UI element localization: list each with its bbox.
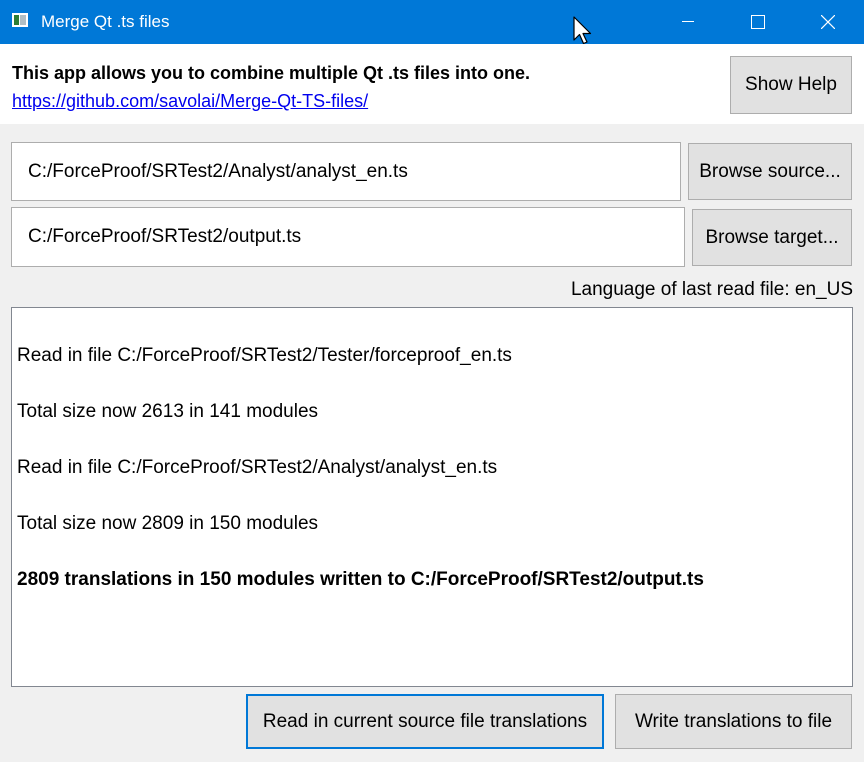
log-line: Total size now 2613 in 141 modules (17, 401, 319, 422)
github-link[interactable]: https://github.com/savolai/Merge-Qt-TS-f… (12, 90, 368, 112)
intro-text: This app allows you to combine multiple … (12, 63, 531, 83)
app-window-icon (12, 13, 28, 27)
log-output[interactable]: Read in file C:/ForceProof/SRTest2/Teste… (11, 307, 853, 687)
log-line: Total size now 2809 in 150 modules (17, 513, 319, 534)
maximize-button[interactable] (723, 0, 793, 44)
minimize-button[interactable] (653, 0, 723, 44)
log-line: Read in file C:/ForceProof/SRTest2/Teste… (17, 345, 512, 366)
close-button[interactable] (793, 0, 863, 44)
write-translations-button[interactable]: Write translations to file (615, 694, 852, 749)
minimize-icon (682, 21, 694, 22)
language-label: Language of last read file: en_US (570, 279, 853, 300)
log-line-result: 2809 translations in 150 modules written… (17, 569, 704, 590)
read-translations-button[interactable]: Read in current source file translations (246, 694, 604, 749)
target-path-input[interactable]: C:/ForceProof/SRTest2/output.ts (11, 207, 685, 267)
close-icon (821, 15, 835, 29)
browse-target-button[interactable]: Browse target... (692, 209, 852, 266)
maximize-icon (751, 15, 765, 29)
window-title: Merge Qt .ts files (41, 12, 170, 31)
mouse-cursor-icon (573, 16, 592, 45)
log-line: Read in file C:/ForceProof/SRTest2/Analy… (17, 457, 498, 478)
title-bar[interactable]: Merge Qt .ts files (0, 0, 864, 44)
show-help-button[interactable]: Show Help (730, 56, 852, 114)
browse-source-button[interactable]: Browse source... (688, 143, 852, 200)
source-path-input[interactable]: C:/ForceProof/SRTest2/Analyst/analyst_en… (11, 142, 681, 201)
